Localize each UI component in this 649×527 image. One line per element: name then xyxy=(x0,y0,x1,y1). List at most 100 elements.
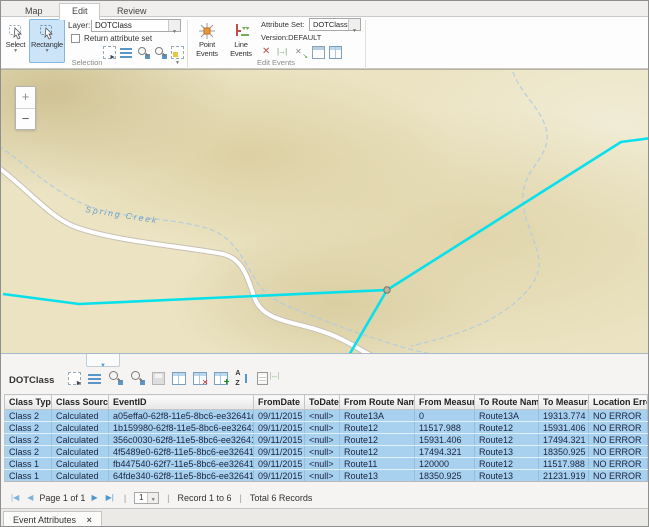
sort-records-icon[interactable] xyxy=(235,372,248,385)
previous-page-button[interactable]: ◀ xyxy=(27,491,33,504)
table-row[interactable]: Class 1Calculatedfb447540-62f7-11e5-8bc6… xyxy=(5,458,648,470)
table-cell[interactable]: Route13 xyxy=(475,470,539,482)
table-cell[interactable]: Calculated xyxy=(52,446,109,458)
table-cell[interactable]: Calculated xyxy=(52,470,109,482)
table-cell[interactable]: 0 xyxy=(415,410,475,422)
last-page-button[interactable]: ▶| xyxy=(106,491,114,504)
table-row[interactable]: Class 2Calculated4f5489e0-62f8-11e5-8bc6… xyxy=(5,446,648,458)
form-view-icon[interactable] xyxy=(257,372,268,385)
column-header[interactable]: To Measure xyxy=(539,395,589,410)
table-cell[interactable]: 19313.774 xyxy=(539,410,589,422)
table-cell[interactable]: 11517.988 xyxy=(415,422,475,434)
map-view[interactable]: Spring Creek + − xyxy=(1,69,649,353)
column-header[interactable]: Class Type xyxy=(5,395,52,410)
attribute-table-icon[interactable] xyxy=(172,372,186,385)
table-row[interactable]: Class 1Calculated64fde340-62f8-11e5-8bc6… xyxy=(5,470,648,482)
table-cell[interactable]: 18350.925 xyxy=(415,470,475,482)
table-cell[interactable]: a05effa0-62f8-11e5-8bc6-ee32641d5ec9 xyxy=(109,410,254,422)
table-cell[interactable]: Class 1 xyxy=(5,470,52,482)
table-cell[interactable]: 15931.406 xyxy=(539,422,589,434)
first-page-button[interactable]: |◀ xyxy=(11,491,19,504)
table-cell[interactable]: NO ERROR xyxy=(589,410,648,422)
delete-record-icon[interactable] xyxy=(193,372,207,385)
table-cell[interactable]: Route13 xyxy=(340,470,415,482)
table-cell[interactable]: NO ERROR xyxy=(589,422,648,434)
zoom-out-button[interactable]: − xyxy=(16,108,35,129)
table-cell[interactable]: 1b159980-62f8-11e5-8bc6-ee32641d5ec9 xyxy=(109,422,254,434)
table-cell[interactable]: Route13A xyxy=(340,410,415,422)
select-dropdown-arrow-icon[interactable]: ▼ xyxy=(4,49,27,54)
column-header[interactable]: EventID xyxy=(109,395,254,410)
table-cell[interactable]: Route12 xyxy=(340,434,415,446)
event-line-west[interactable] xyxy=(3,290,387,304)
page-number-dropdown-icon[interactable] xyxy=(147,493,158,503)
tab-close-icon[interactable]: × xyxy=(87,515,92,525)
point-events-button[interactable]: Point Events xyxy=(191,19,223,63)
table-cell[interactable]: 18350.925 xyxy=(539,446,589,458)
table-cell[interactable]: 09/11/2015 xyxy=(254,446,305,458)
table-cell[interactable]: <null> xyxy=(305,422,340,434)
table-cell[interactable]: Class 2 xyxy=(5,434,52,446)
table-cell[interactable]: Class 2 xyxy=(5,410,52,422)
table-cell[interactable]: <null> xyxy=(305,458,340,470)
table-cell[interactable]: 120000 xyxy=(415,458,475,470)
column-header[interactable]: To Route Name xyxy=(475,395,539,410)
column-header[interactable]: ToDate xyxy=(305,395,340,410)
measure-icon[interactable] xyxy=(270,370,285,385)
line-events-button[interactable]: Line Events xyxy=(225,19,257,63)
table-cell[interactable]: Route12 xyxy=(340,446,415,458)
table-row[interactable]: Class 2Calculateda05effa0-62f8-11e5-8bc6… xyxy=(5,410,648,422)
route-junction-point[interactable] xyxy=(384,287,390,293)
add-record-icon[interactable] xyxy=(214,372,228,385)
event-line-northeast[interactable] xyxy=(387,138,649,290)
attribute-set-dropdown-arrow-icon[interactable] xyxy=(348,19,360,30)
table-cell[interactable]: 64fde340-62f8-11e5-8bc6-ee32641d5ec9 xyxy=(109,470,254,482)
table-cell[interactable]: 17494.321 xyxy=(415,446,475,458)
tab-edit[interactable]: Edit xyxy=(59,3,101,20)
column-header[interactable]: Location Error xyxy=(589,395,648,410)
column-header[interactable]: From Measure xyxy=(415,395,475,410)
table-cell[interactable]: NO ERROR xyxy=(589,434,648,446)
table-cell[interactable]: 09/11/2015 xyxy=(254,470,305,482)
column-header[interactable]: Class Source xyxy=(52,395,109,410)
table-cell[interactable]: Route12 xyxy=(475,458,539,470)
table-cell[interactable]: 11517.988 xyxy=(539,458,589,470)
layer-dropdown[interactable]: DOTClass xyxy=(91,19,181,32)
table-cell[interactable]: fb447540-62f7-11e5-8bc6-ee32641d5ec9 xyxy=(109,458,254,470)
table-cell[interactable]: 09/11/2015 xyxy=(254,434,305,446)
table-cell[interactable]: Route12 xyxy=(475,434,539,446)
tab-event-attributes[interactable]: Event Attributes × xyxy=(3,511,102,527)
table-cell[interactable]: 21231.919 xyxy=(539,470,589,482)
table-cell[interactable]: Route12 xyxy=(475,422,539,434)
table-cell[interactable]: Route13 xyxy=(475,446,539,458)
table-cell[interactable]: Calculated xyxy=(52,458,109,470)
table-cell[interactable]: 09/11/2015 xyxy=(254,458,305,470)
table-cell[interactable]: Calculated xyxy=(52,422,109,434)
next-page-button[interactable]: ▶ xyxy=(91,491,97,504)
table-row[interactable]: Class 2Calculated356c0030-62f8-11e5-8bc6… xyxy=(5,434,648,446)
save-icon[interactable] xyxy=(152,372,165,385)
table-cell[interactable]: <null> xyxy=(305,410,340,422)
table-cell[interactable]: Route13A xyxy=(475,410,539,422)
table-cell[interactable]: 17494.321 xyxy=(539,434,589,446)
table-cell[interactable]: Class 1 xyxy=(5,458,52,470)
table-cell[interactable]: NO ERROR xyxy=(589,446,648,458)
table-cell[interactable]: 4f5489e0-62f8-11e5-8bc6-ee32641d5ec9 xyxy=(109,446,254,458)
table-cell[interactable]: 15931.406 xyxy=(415,434,475,446)
rectangle-select-button[interactable]: Rectangle ▼ xyxy=(29,19,65,63)
panel-collapse-tab[interactable]: ▼ xyxy=(86,354,120,367)
layer-dropdown-arrow-icon[interactable] xyxy=(168,20,180,31)
table-cell[interactable]: 356c0030-62f8-11e5-8bc6-ee32641d5ec9 xyxy=(109,434,254,446)
table-cell[interactable]: 09/11/2015 xyxy=(254,410,305,422)
table-cell[interactable]: NO ERROR xyxy=(589,458,648,470)
table-cell[interactable]: Route11 xyxy=(340,458,415,470)
selected-records-list-icon[interactable] xyxy=(88,374,101,385)
selected-records-list-icon[interactable] xyxy=(120,48,132,58)
select-button[interactable]: Select ▼ xyxy=(3,19,28,63)
table-cell[interactable]: Route12 xyxy=(340,422,415,434)
column-header[interactable]: FromDate xyxy=(254,395,305,410)
attribute-set-dropdown[interactable]: DOTClass xyxy=(309,18,361,31)
pan-to-selected-icon[interactable] xyxy=(130,370,145,385)
table-cell[interactable]: <null> xyxy=(305,470,340,482)
table-cell[interactable]: Class 2 xyxy=(5,422,52,434)
